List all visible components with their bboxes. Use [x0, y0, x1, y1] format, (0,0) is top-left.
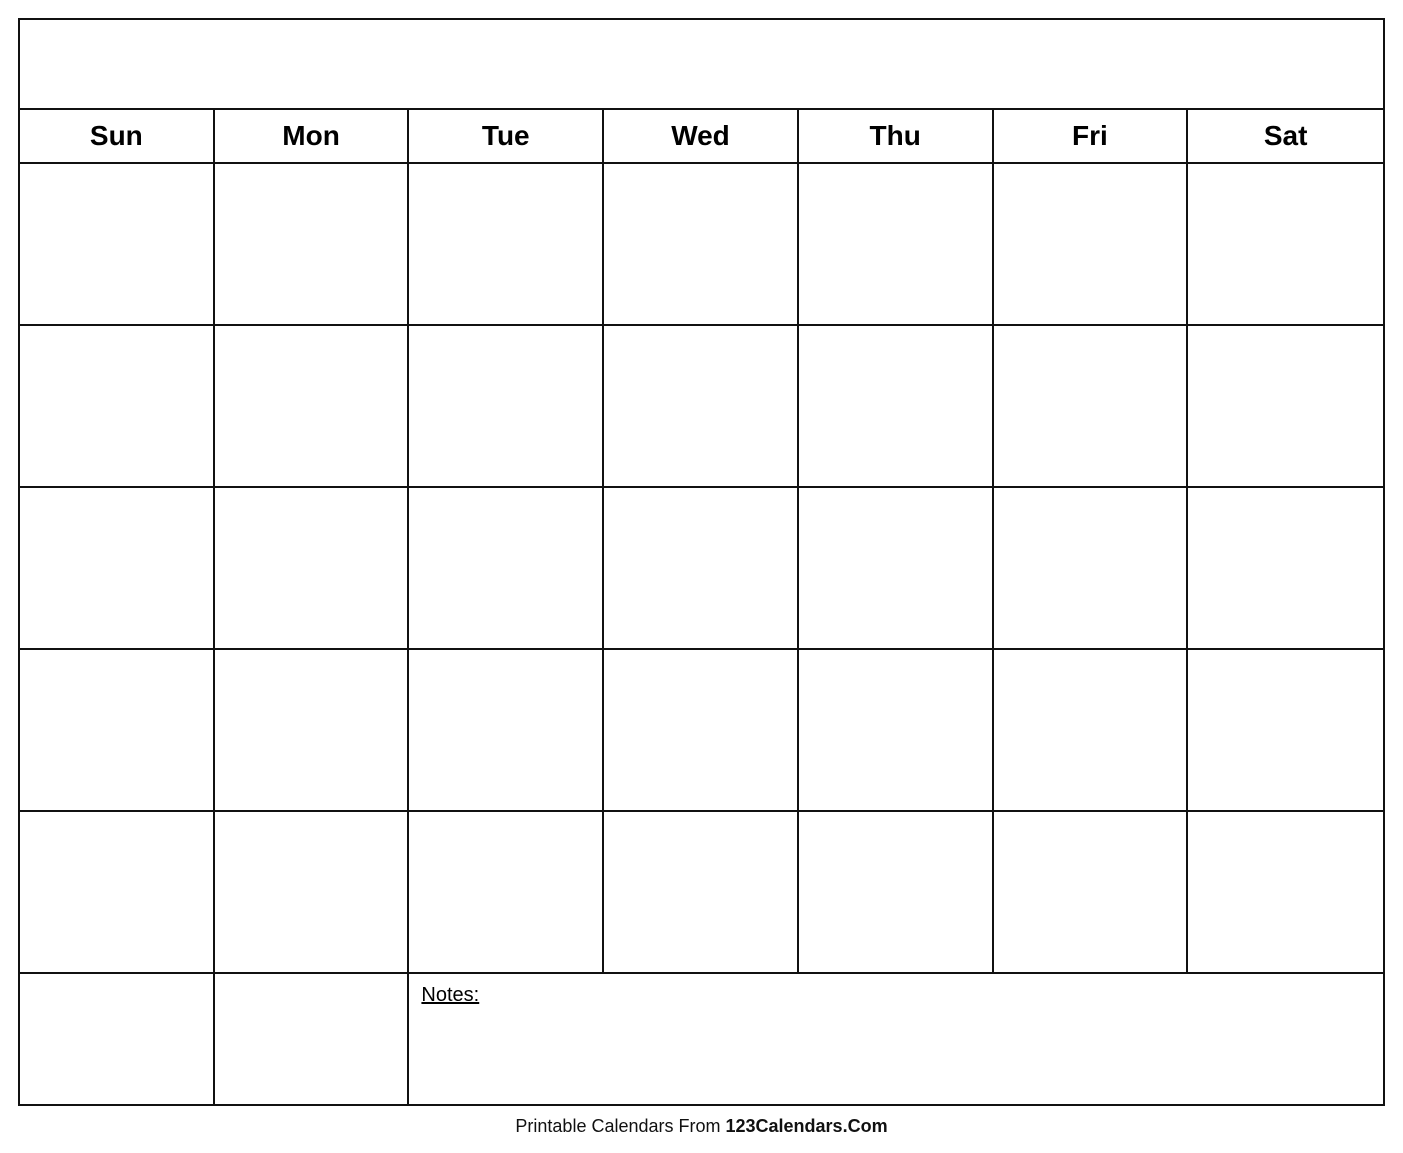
cell-r3-fri[interactable] — [994, 488, 1189, 648]
header-thu: Thu — [799, 110, 994, 162]
cell-r1-fri[interactable] — [994, 164, 1189, 324]
footer: Printable Calendars From 123Calendars.Co… — [515, 1116, 887, 1137]
notes-content[interactable]: Notes: — [409, 974, 1383, 1104]
cell-r4-sun[interactable] — [20, 650, 215, 810]
calendar-row-2 — [20, 326, 1383, 488]
cell-r5-sun[interactable] — [20, 812, 215, 972]
cell-r2-tue[interactable] — [409, 326, 604, 486]
cell-r3-thu[interactable] — [799, 488, 994, 648]
cell-r4-wed[interactable] — [604, 650, 799, 810]
header-sat: Sat — [1188, 110, 1383, 162]
header-mon: Mon — [215, 110, 410, 162]
cell-r2-sun[interactable] — [20, 326, 215, 486]
footer-brand: 123Calendars.Com — [726, 1116, 888, 1136]
cell-r4-tue[interactable] — [409, 650, 604, 810]
cell-r2-sat[interactable] — [1188, 326, 1383, 486]
cell-r2-wed[interactable] — [604, 326, 799, 486]
notes-empty-col2 — [215, 974, 410, 1104]
notes-row: Notes: — [20, 974, 1383, 1104]
notes-label: Notes: — [421, 984, 479, 1006]
calendar-row-1 — [20, 164, 1383, 326]
cell-r5-tue[interactable] — [409, 812, 604, 972]
notes-empty-col1 — [20, 974, 215, 1104]
page-wrapper: Sun Mon Tue Wed Thu Fri Sat — [0, 0, 1403, 1153]
calendar-container: Sun Mon Tue Wed Thu Fri Sat — [18, 18, 1385, 1106]
cell-r3-sun[interactable] — [20, 488, 215, 648]
header-tue: Tue — [409, 110, 604, 162]
cell-r3-sat[interactable] — [1188, 488, 1383, 648]
cell-r3-tue[interactable] — [409, 488, 604, 648]
cell-r3-mon[interactable] — [215, 488, 410, 648]
calendar-row-4 — [20, 650, 1383, 812]
footer-prefix: Printable Calendars From — [515, 1116, 725, 1136]
cell-r5-sat[interactable] — [1188, 812, 1383, 972]
header-sun: Sun — [20, 110, 215, 162]
cell-r1-wed[interactable] — [604, 164, 799, 324]
calendar-body: Notes: — [20, 164, 1383, 1104]
cell-r1-tue[interactable] — [409, 164, 604, 324]
cell-r4-mon[interactable] — [215, 650, 410, 810]
calendar-title-row — [20, 20, 1383, 110]
cell-r2-fri[interactable] — [994, 326, 1189, 486]
cell-r4-fri[interactable] — [994, 650, 1189, 810]
cell-r1-sat[interactable] — [1188, 164, 1383, 324]
cell-r2-mon[interactable] — [215, 326, 410, 486]
cell-r5-fri[interactable] — [994, 812, 1189, 972]
header-wed: Wed — [604, 110, 799, 162]
cell-r4-thu[interactable] — [799, 650, 994, 810]
cell-r2-thu[interactable] — [799, 326, 994, 486]
cell-r5-thu[interactable] — [799, 812, 994, 972]
cell-r1-mon[interactable] — [215, 164, 410, 324]
calendar-row-3 — [20, 488, 1383, 650]
cell-r1-thu[interactable] — [799, 164, 994, 324]
header-fri: Fri — [994, 110, 1189, 162]
calendar-header-row: Sun Mon Tue Wed Thu Fri Sat — [20, 110, 1383, 164]
cell-r1-sun[interactable] — [20, 164, 215, 324]
cell-r5-wed[interactable] — [604, 812, 799, 972]
cell-r5-mon[interactable] — [215, 812, 410, 972]
calendar-row-5 — [20, 812, 1383, 974]
cell-r4-sat[interactable] — [1188, 650, 1383, 810]
cell-r3-wed[interactable] — [604, 488, 799, 648]
